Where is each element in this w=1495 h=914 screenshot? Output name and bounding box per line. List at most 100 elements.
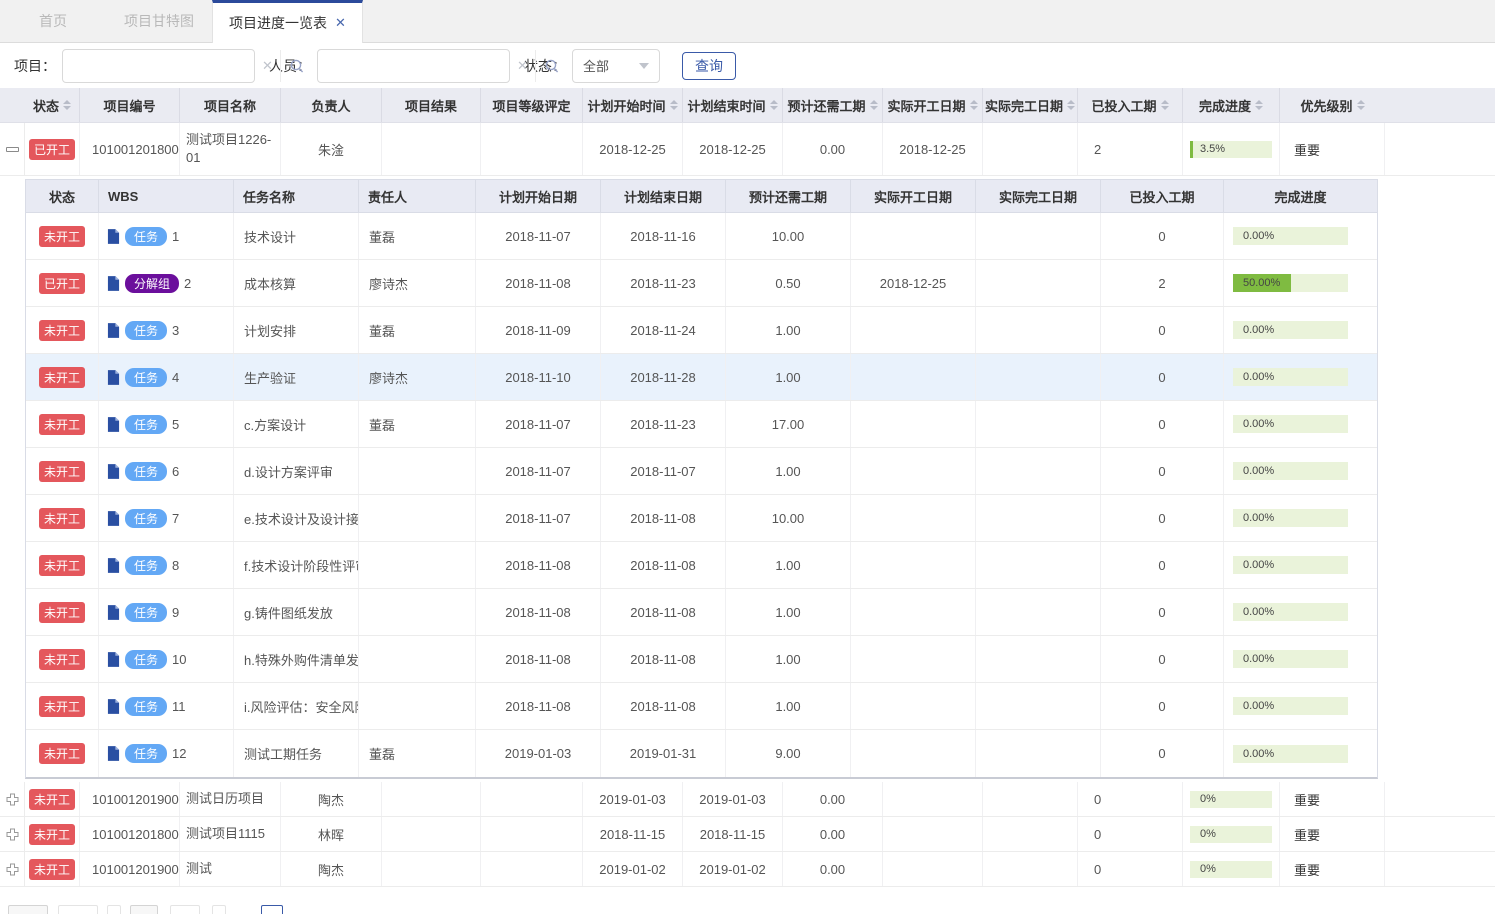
progress-bar: 0.00%	[1233, 745, 1348, 763]
project-name: 测试	[180, 852, 281, 886]
task-column-header: 已投入工期	[1101, 180, 1224, 212]
document-icon	[107, 464, 120, 479]
progress-label: 0.00%	[1243, 230, 1274, 242]
tab-home[interactable]: 首页	[0, 0, 106, 42]
project-leader: 林晖	[281, 817, 382, 851]
task-name: e.技术设计及设计接口	[234, 495, 359, 541]
progress-label: 0%	[1200, 863, 1216, 875]
column-header[interactable]: 项目等级评定	[481, 88, 583, 122]
actual-start: 2018-12-25	[851, 260, 976, 306]
wbs-type-pill: 分解组	[125, 274, 179, 293]
sort-icon[interactable]	[63, 100, 71, 110]
pagination-input[interactable]	[130, 905, 158, 914]
collapse-icon[interactable]	[6, 147, 19, 152]
task-name: 计划安排	[234, 307, 359, 353]
actual-end	[976, 495, 1101, 541]
expand-icon[interactable]	[6, 863, 19, 876]
task-owner: 董磊	[359, 307, 476, 353]
sort-icon[interactable]	[770, 100, 778, 110]
project-row-expanded[interactable]: 已开工 1010012018000 测试项目1226-01 朱淦 2018-12…	[0, 123, 1495, 176]
pagination-button[interactable]	[107, 905, 121, 914]
expand-icon[interactable]	[6, 793, 19, 806]
project-result	[382, 817, 481, 851]
column-header[interactable]: 状态	[25, 88, 80, 122]
pagination-current-page[interactable]	[261, 905, 283, 914]
status-badge: 未开工	[39, 320, 85, 341]
expand-icon[interactable]	[6, 828, 19, 841]
status-badge: 未开工	[39, 555, 85, 576]
task-row[interactable]: 未开工 任务 6 d.设计方案评审 2018-11-07 2018-11-07 …	[26, 448, 1377, 495]
pagination-button[interactable]	[212, 905, 226, 914]
task-row[interactable]: 未开工 任务 4 生产验证 廖诗杰 2018-11-10 2018-11-28 …	[26, 354, 1377, 401]
tab-gantt[interactable]: 项目甘特图	[106, 0, 212, 42]
plan-end: 2018-11-23	[601, 260, 726, 306]
tab-progress-list[interactable]: 项目进度一览表 ✕	[212, 0, 363, 43]
column-header[interactable]: 已投入工期	[1078, 88, 1183, 122]
query-button[interactable]: 查询	[682, 52, 736, 80]
clear-icon[interactable]: ✕	[510, 58, 535, 74]
progress-bar: 0.00%	[1233, 697, 1348, 715]
actual-start	[851, 401, 976, 447]
wbs-type-pill: 任务	[125, 603, 167, 622]
task-owner: 董磊	[359, 213, 476, 259]
task-row[interactable]: 未开工 任务 9 g.铸件图纸发放 2018-11-08 2018-11-08 …	[26, 589, 1377, 636]
status-badge: 未开工	[39, 743, 85, 764]
column-header[interactable]: 负责人	[281, 88, 382, 122]
sort-icon[interactable]	[1067, 100, 1075, 110]
document-icon	[107, 558, 120, 573]
column-header[interactable]: 完成进度	[1183, 88, 1280, 122]
pagination-button[interactable]	[8, 905, 48, 914]
task-row[interactable]: 未开工 任务 8 f.技术设计阶段性评审 2018-11-08 2018-11-…	[26, 542, 1377, 589]
task-row[interactable]: 未开工 任务 10 h.特殊外购件清单发放 2018-11-08 2018-11…	[26, 636, 1377, 683]
sort-icon[interactable]	[970, 100, 978, 110]
sort-icon[interactable]	[1161, 100, 1169, 110]
remain-days: 1.00	[726, 636, 851, 682]
column-header[interactable]: 优先级别	[1280, 88, 1385, 122]
column-header[interactable]: 项目编号	[80, 88, 180, 122]
column-header[interactable]: 预计还需工期	[783, 88, 883, 122]
project-search-input[interactable]	[63, 50, 255, 82]
task-row[interactable]: 未开工 任务 12 测试工期任务 董磊 2019-01-03 2019-01-3…	[26, 730, 1377, 777]
column-header[interactable]: 项目名称	[180, 88, 281, 122]
column-header[interactable]: 计划结束时间	[683, 88, 783, 122]
task-row[interactable]: 未开工 任务 1 技术设计 董磊 2018-11-07 2018-11-16 1…	[26, 213, 1377, 260]
task-row[interactable]: 未开工 任务 7 e.技术设计及设计接口 2018-11-07 2018-11-…	[26, 495, 1377, 542]
sort-icon[interactable]	[1357, 100, 1365, 110]
pagination-button[interactable]	[170, 905, 200, 914]
remain-days: 17.00	[726, 401, 851, 447]
project-row[interactable]: 未开工 1010012018000 测试项目1115 林晖 2018-11-15…	[0, 817, 1495, 852]
status-badge: 未开工	[39, 367, 85, 388]
project-row[interactable]: 未开工 1010012019000 测试日历项目 陶杰 2019-01-03 2…	[0, 782, 1495, 817]
sort-icon[interactable]	[870, 100, 878, 110]
search-icon[interactable]	[535, 50, 568, 82]
document-icon	[107, 323, 120, 338]
person-search-input[interactable]	[318, 50, 510, 82]
task-row[interactable]: 未开工 任务 3 计划安排 董磊 2018-11-09 2018-11-24 1…	[26, 307, 1377, 354]
clear-icon[interactable]: ✕	[255, 58, 280, 74]
column-header[interactable]: 项目结果	[382, 88, 481, 122]
project-row[interactable]: 未开工 1010012019000 测试 陶杰 2019-01-02 2019-…	[0, 852, 1495, 887]
project-search-box: ✕	[62, 49, 255, 83]
wbs-number: 8	[172, 558, 179, 573]
wbs-number: 5	[172, 417, 179, 432]
sort-icon[interactable]	[1255, 100, 1263, 110]
status-badge: 未开工	[39, 414, 85, 435]
column-header[interactable]: 实际完工日期	[983, 88, 1078, 122]
task-row[interactable]: 未开工 任务 11 i.风险评估：安全风险 2018-11-08 2018-11…	[26, 683, 1377, 730]
progress-bar: 0.00%	[1233, 462, 1348, 480]
task-column-header-label: 状态	[49, 187, 75, 206]
status-select[interactable]: 全部	[572, 49, 660, 83]
task-owner	[359, 636, 476, 682]
pagination-button[interactable]	[58, 905, 98, 914]
priority: 重要	[1280, 852, 1385, 886]
column-header[interactable]: 实际开工日期	[883, 88, 983, 122]
sort-icon[interactable]	[670, 100, 678, 110]
progress-cell: 0.00%	[1224, 636, 1377, 682]
task-row[interactable]: 未开工 任务 5 c.方案设计 董磊 2018-11-07 2018-11-23…	[26, 401, 1377, 448]
column-header[interactable]: 计划开始时间	[583, 88, 683, 122]
actual-end	[976, 542, 1101, 588]
task-row[interactable]: 已开工 分解组 2 成本核算 廖诗杰 2018-11-08 2018-11-23…	[26, 260, 1377, 307]
close-icon[interactable]: ✕	[335, 15, 346, 31]
project-grade	[481, 852, 583, 886]
search-icon[interactable]	[280, 50, 313, 82]
